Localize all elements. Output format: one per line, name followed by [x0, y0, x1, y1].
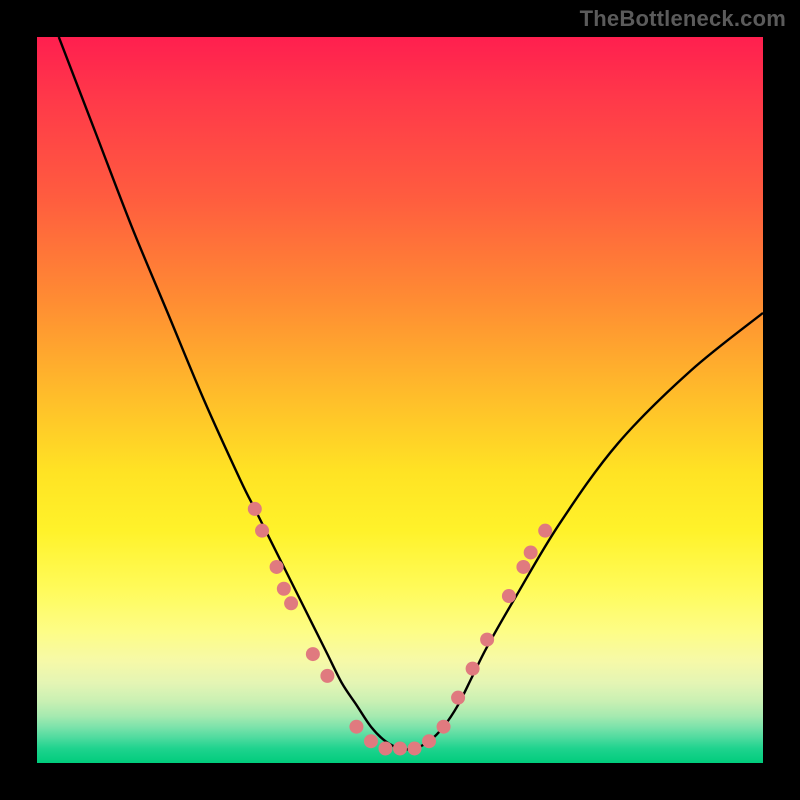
plot-background — [37, 37, 763, 763]
chart-frame: TheBottleneck.com — [0, 0, 800, 800]
watermark-text: TheBottleneck.com — [580, 6, 786, 32]
